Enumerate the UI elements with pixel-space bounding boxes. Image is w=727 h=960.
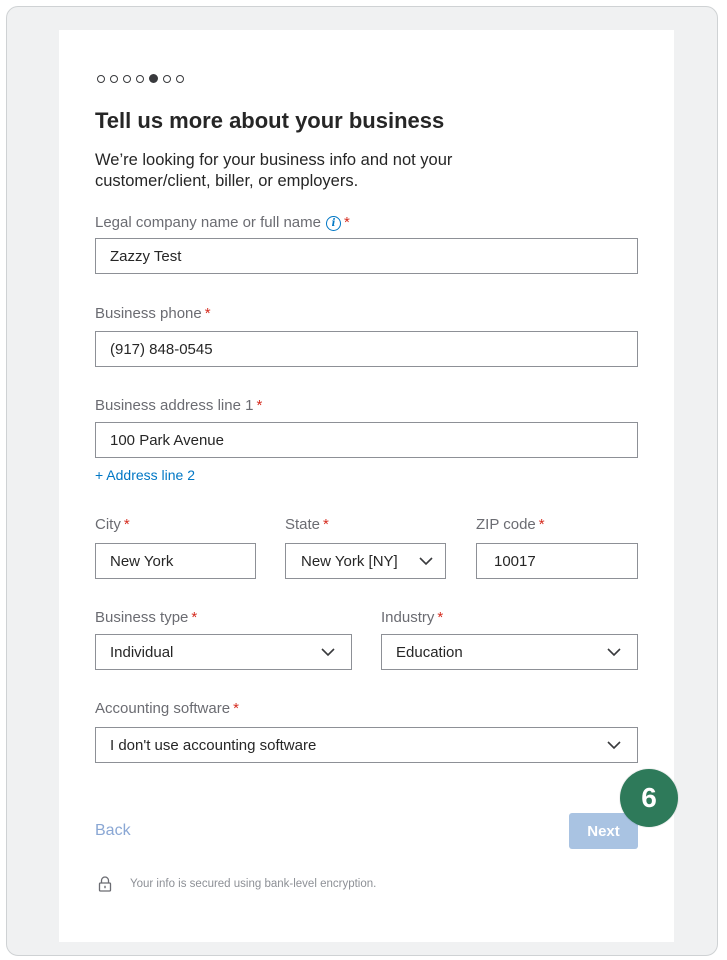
chevron-down-icon [321,648,335,657]
business-type-select[interactable]: Individual [95,634,352,670]
legal-name-label: Legal company name or full name i * [95,214,350,231]
chevron-down-icon [607,741,621,750]
progress-dot [176,74,184,83]
zip-label: ZIP code * [476,516,545,533]
back-button[interactable]: Back [95,822,131,840]
city-label-text: City [95,516,121,533]
zip-input[interactable]: 10017 [476,543,638,579]
city-input[interactable]: New York [95,543,256,579]
address1-input[interactable]: 100 Park Avenue [95,422,638,458]
info-icon[interactable]: i [325,215,341,231]
accounting-software-value: I don't use accounting software [110,736,317,754]
progress-dot [110,74,118,83]
business-type-label: Business type * [95,609,197,626]
zip-label-text: ZIP code [476,516,536,533]
required-mark: * [191,609,198,626]
accounting-software-label-text: Accounting software [95,700,231,717]
accounting-software-select[interactable]: I don't use accounting software [95,727,638,763]
page-title: Tell us more about your business [95,108,445,133]
phone-label-text: Business phone [95,305,202,322]
chevron-down-icon [607,648,621,657]
business-type-label-text: Business type [95,609,189,626]
state-value: New York [NY] [301,552,398,570]
required-mark: * [343,214,350,231]
progress-dot [123,74,131,83]
progress-dot-current [149,74,158,83]
accounting-software-label: Accounting software * [95,700,239,717]
city-value: New York [110,552,174,570]
lock-icon [98,876,112,892]
step-number-badge: 6 [620,769,678,827]
required-mark: * [538,516,545,533]
security-text: Your info is secured using bank-level en… [130,878,377,890]
required-mark: * [123,516,130,533]
legal-name-input[interactable]: Zazzy Test [95,238,638,274]
phone-input[interactable]: (917) 848-0545 [95,331,638,367]
industry-label: Industry * [381,609,443,626]
address1-value: 100 Park Avenue [110,431,224,449]
city-label: City * [95,516,130,533]
address1-label-text: Business address line 1 [95,397,254,414]
progress-dots [97,74,184,83]
page-subtitle: We’re looking for your business info and… [95,151,453,190]
state-label-text: State [285,516,321,533]
progress-dot [163,74,171,83]
zip-value: 10017 [494,552,536,570]
required-mark: * [204,305,211,322]
required-mark: * [437,609,444,626]
phone-label: Business phone * [95,305,211,322]
industry-value: Education [396,643,463,661]
add-address-line2-link[interactable]: + Address line 2 [95,467,195,483]
business-type-value: Individual [110,643,174,661]
progress-dot [136,74,144,83]
address1-label: Business address line 1 * [95,397,262,414]
industry-select[interactable]: Education [381,634,638,670]
industry-label-text: Industry [381,609,435,626]
required-mark: * [323,516,329,533]
legal-name-label-text: Legal company name or full name [95,214,321,231]
required-mark: * [256,397,263,414]
progress-dot [97,74,105,83]
chevron-down-icon [419,557,433,566]
state-select[interactable]: New York [NY] [285,543,446,579]
legal-name-value: Zazzy Test [110,247,182,265]
required-mark: * [233,700,239,717]
security-note: Your info is secured using bank-level en… [98,876,376,892]
state-label: State * [285,516,329,533]
phone-value: (917) 848-0545 [110,340,213,358]
